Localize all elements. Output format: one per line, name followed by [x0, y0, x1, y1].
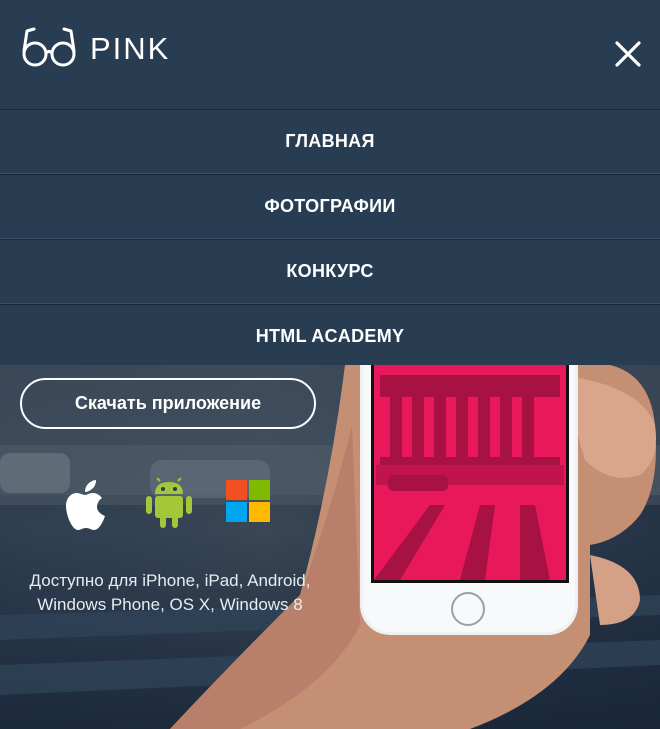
site-header: PINK	[0, 0, 660, 109]
apple-icon[interactable]	[62, 478, 114, 534]
nav-item-html-academy[interactable]: HTML ACADEMY	[0, 304, 660, 369]
glasses-icon	[22, 27, 76, 67]
availability-text: Доступно для iPhone, iPad, Android, Wind…	[0, 569, 340, 617]
nav-item-contest[interactable]: КОНКУРС	[0, 239, 660, 304]
availability-line-1: Доступно для iPhone, iPad, Android,	[29, 571, 311, 590]
download-app-button[interactable]: Скачать приложение	[20, 378, 316, 429]
android-icon[interactable]	[146, 478, 192, 528]
windows-icon[interactable]	[226, 478, 272, 524]
hero-section: Скачать приложение Доступно для iPhone, …	[0, 365, 660, 729]
logo[interactable]: PINK	[20, 26, 170, 70]
availability-line-2: Windows Phone, OS X, Windows 8	[37, 595, 303, 614]
brand-name: PINK	[90, 30, 171, 66]
main-nav: ГЛАВНАЯ ФОТОГРАФИИ КОНКУРС HTML ACADEMY	[0, 109, 660, 369]
close-menu-button[interactable]	[612, 38, 644, 70]
close-icon	[615, 41, 641, 67]
nav-item-photos[interactable]: ФОТОГРАФИИ	[0, 174, 660, 239]
nav-item-home[interactable]: ГЛАВНАЯ	[0, 109, 660, 174]
platform-icons	[62, 478, 282, 534]
